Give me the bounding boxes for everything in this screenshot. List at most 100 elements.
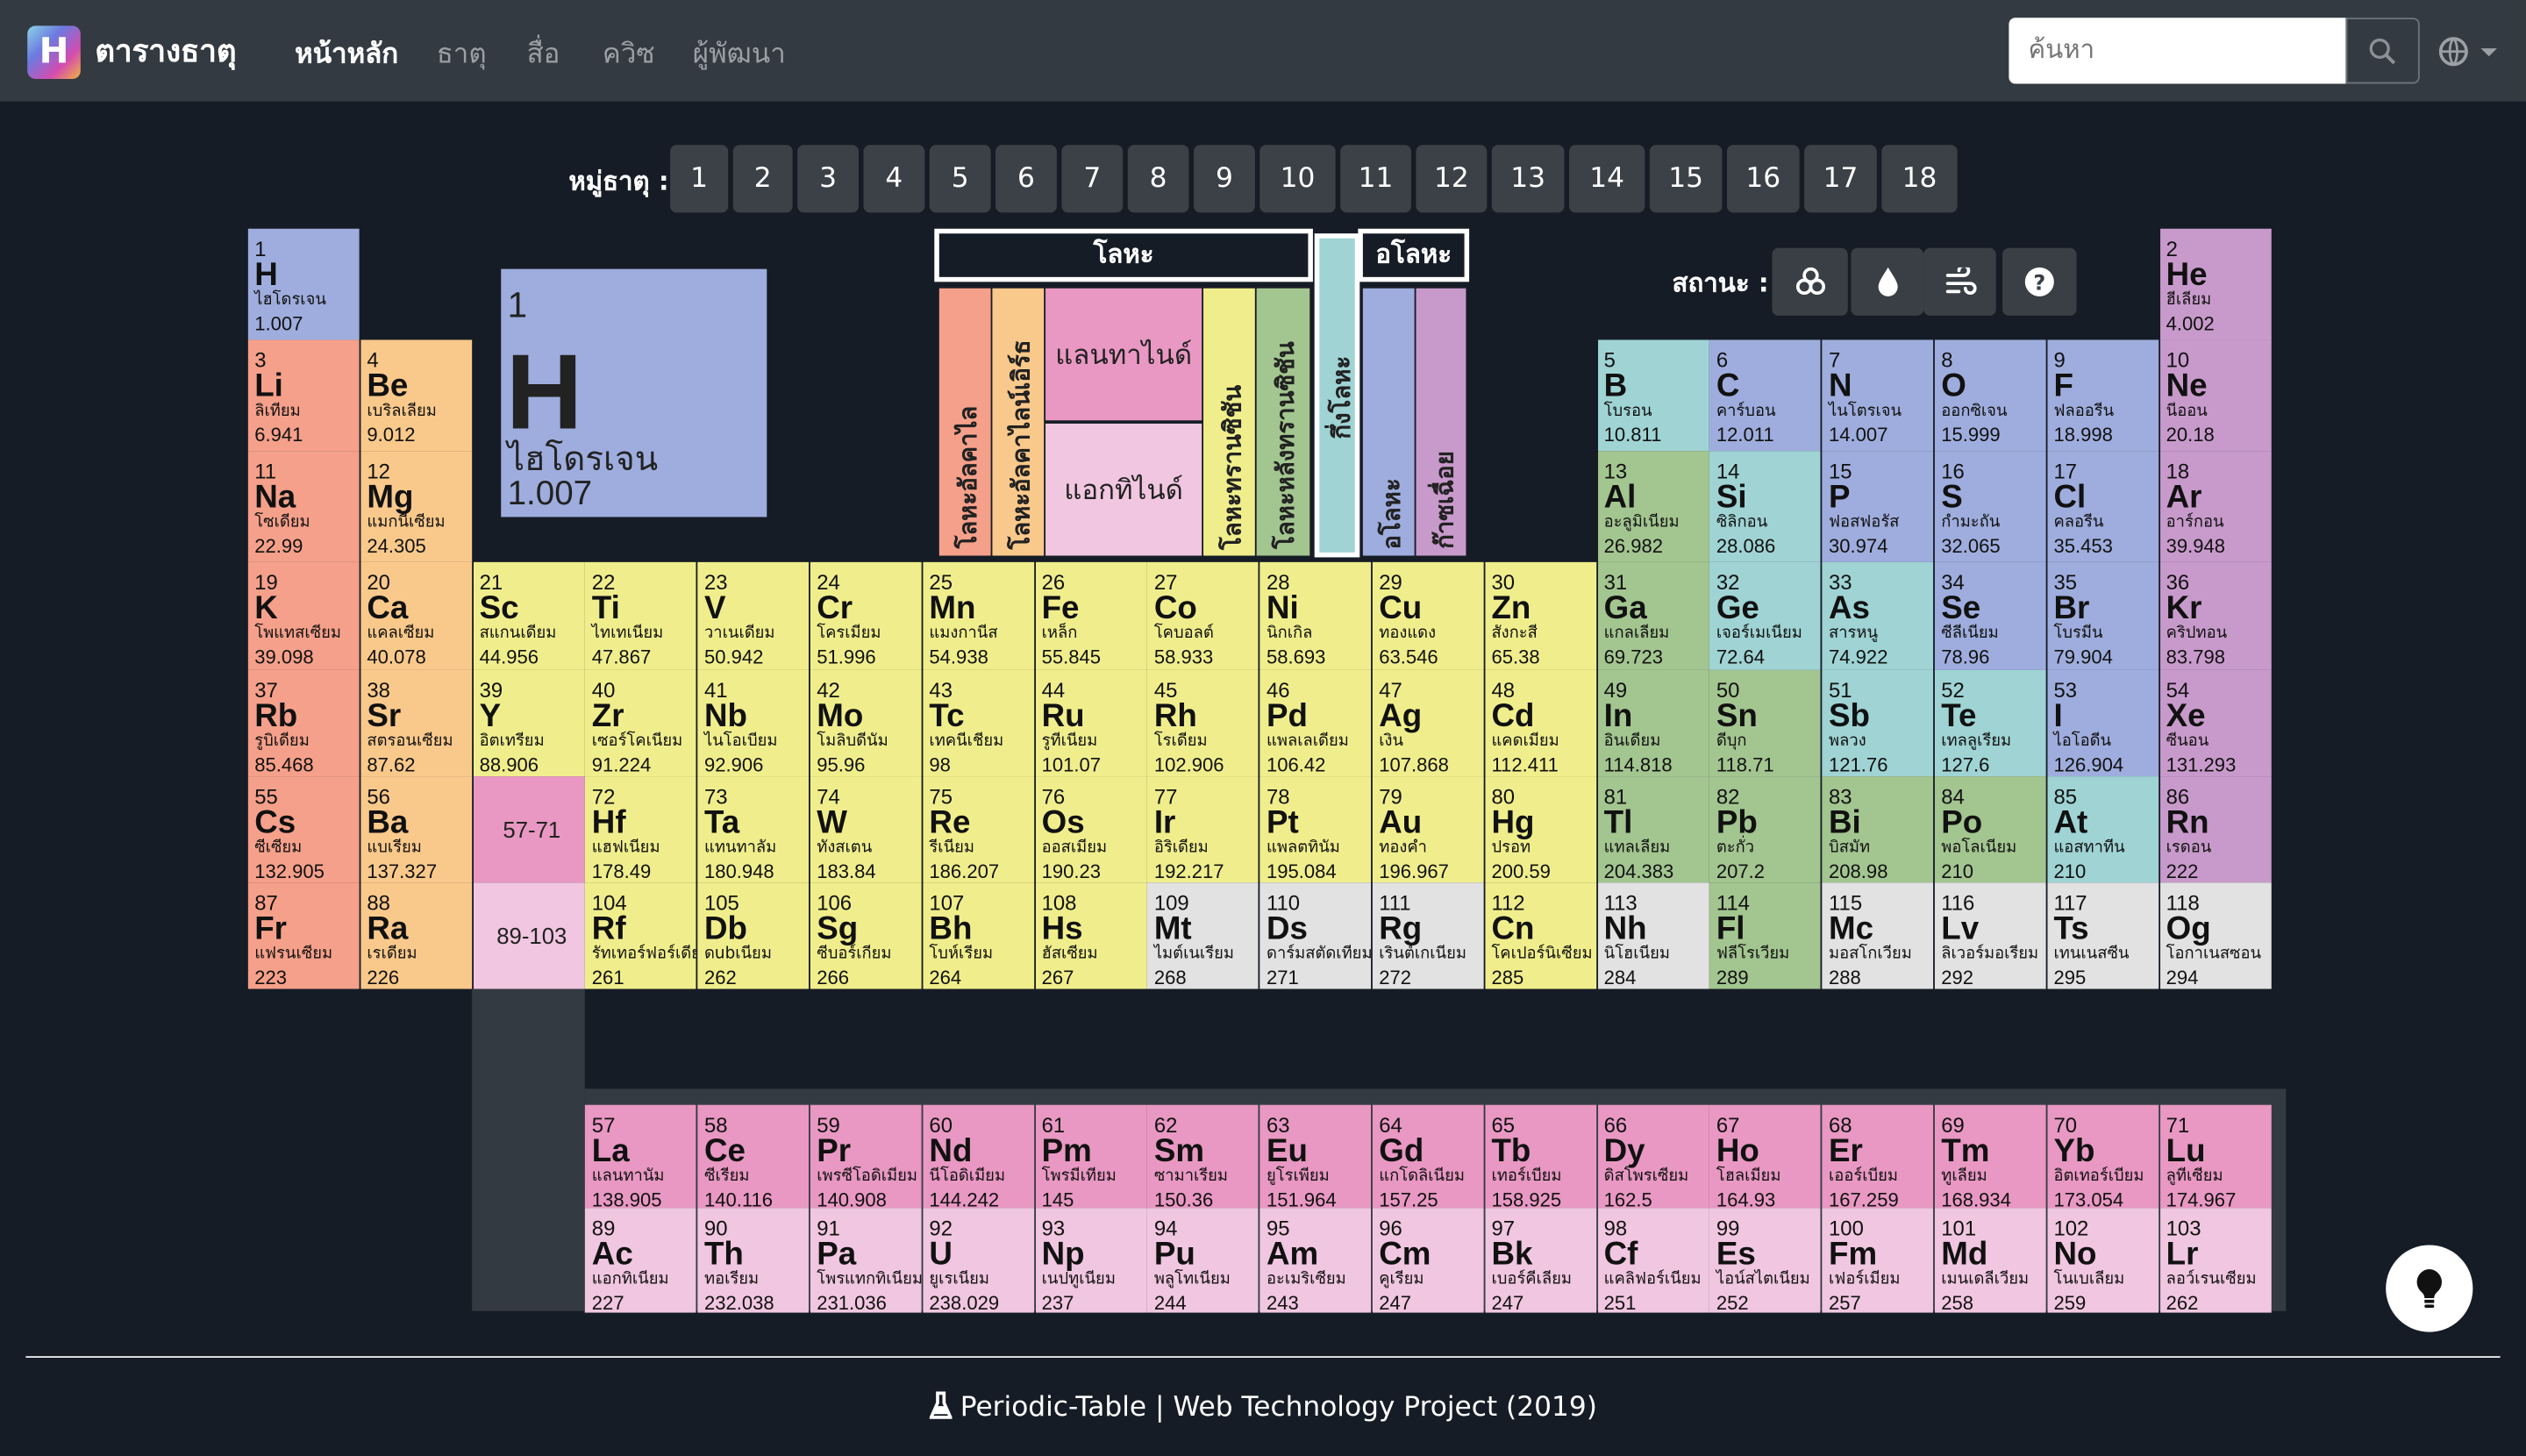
element-db[interactable]: 105 Db ดubเนียม 262 (697, 882, 810, 989)
language-dropdown[interactable] (2438, 35, 2501, 68)
state-solid-button[interactable] (1772, 247, 1848, 316)
element-bk[interactable]: 97 Bk เบอร์คีเลียม 247 (1485, 1208, 1596, 1313)
element-mc[interactable]: 115 Mc มอสโกเวียม 288 (1822, 882, 1934, 989)
element-os[interactable]: 76 Os ออสเมียม 190.23 (1035, 776, 1147, 883)
element-ds[interactable]: 110 Ds ดาร์มสตัดเทียม 271 (1259, 882, 1372, 989)
element-tm[interactable]: 69 Tm ทูเลียม 168.934 (1934, 1104, 2046, 1209)
element-zr[interactable]: 40 Zr เซอร์โคเนียม 91.224 (585, 669, 697, 777)
element-sc[interactable]: 21 Sc สแกนเดียม 44.956 (473, 561, 584, 670)
element-cu[interactable]: 29 Cu ทองแดง 63.546 (1372, 561, 1484, 670)
element-tl[interactable]: 81 Tl แทลเลียม 204.383 (1597, 776, 1709, 883)
nav-link-developers[interactable]: ผู้พัฒนา (693, 32, 786, 76)
element-ba[interactable]: 56 Ba แบเรียม 137.327 (360, 776, 472, 883)
element-rf[interactable]: 104Rfรัทเทอร์ฟอร์เดียม 261 (585, 882, 697, 989)
group-button-15[interactable]: 15 (1649, 145, 1723, 213)
element-te[interactable]: 52 Te เทลลูเรียม 127.6 (1934, 669, 2046, 777)
element-sg[interactable]: 106 Sg ซีบอร์เกียม 266 (810, 882, 922, 989)
element-fr[interactable]: 87 Fr แฟรนเซียม 223 (247, 882, 360, 989)
element-lv[interactable]: 116 Lv ลิเวอร์มอเรียม 292 (1934, 882, 2046, 989)
element-cl[interactable]: 17 Cl คลอรีน 35.453 (2047, 451, 2159, 562)
lanthanide-range[interactable]: 57-71 (473, 776, 584, 883)
element-ar[interactable]: 18 Ar อาร์กอน 39.948 (2159, 451, 2272, 562)
state-unknown-button[interactable]: ? (2002, 247, 2077, 316)
element-mg[interactable]: 12 Mg แมกนีเซียม 24.305 (360, 451, 472, 562)
element-eu[interactable]: 63 Eu ยูโรเพียม 151.964 (1259, 1104, 1372, 1209)
element-si[interactable]: 14 Si ซิลิกอน 28.086 (1709, 451, 1822, 562)
element-ca[interactable]: 20 Ca แคลเซียม 40.078 (360, 561, 472, 670)
brand-title[interactable]: ตารางธาตุ (95, 27, 236, 75)
element-mn[interactable]: 25 Mn แมงกานีส 54.938 (923, 561, 1034, 670)
group-button-2[interactable]: 2 (732, 145, 793, 213)
group-button-6[interactable]: 6 (995, 145, 1057, 213)
element-s[interactable]: 16 S กำมะถัน 32.065 (1934, 451, 2046, 562)
element-ge[interactable]: 32 Ge เจอร์เมเนียม 72.64 (1709, 561, 1822, 670)
element-ne[interactable]: 10 Ne นีออน 20.18 (2159, 339, 2272, 452)
element-es[interactable]: 99 Es ไอน์สไตเนียม 252 (1709, 1208, 1822, 1313)
element-na[interactable]: 11 Na โซเดียม 22.99 (247, 451, 360, 562)
element-f[interactable]: 9 F ฟลออรีน 18.998 (2047, 339, 2159, 452)
element-w[interactable]: 74 W ทังสเตน 183.84 (810, 776, 922, 883)
legend-transition[interactable]: โลหะทรานซิชัน (1203, 288, 1255, 556)
element-i[interactable]: 53 I ไอโอดีน 126.904 (2047, 669, 2159, 777)
search-button[interactable] (2345, 18, 2420, 84)
legend-metalloid[interactable]: กึ่งโลหะ (1314, 233, 1360, 558)
element-o[interactable]: 8 O ออกซิเจน 15.999 (1934, 339, 2046, 452)
element-nb[interactable]: 41 Nb ไนโอเบียม 92.906 (697, 669, 810, 777)
element-cf[interactable]: 98 Cf แคลิฟอร์เนียม 251 (1597, 1208, 1709, 1313)
element-kr[interactable]: 36 Kr คริปทอน 83.798 (2159, 561, 2272, 670)
element-cs[interactable]: 55 Cs ซีเซียม 132.905 (247, 776, 360, 883)
element-ac[interactable]: 89 Ac แอกทิเนียม 227 (585, 1208, 697, 1313)
nav-link-elements[interactable]: ธาตุ (437, 32, 487, 76)
element-ta[interactable]: 73 Ta แทนทาลัม 180.948 (697, 776, 810, 883)
group-button-16[interactable]: 16 (1726, 145, 1800, 213)
group-button-5[interactable]: 5 (929, 145, 991, 213)
group-button-7[interactable]: 7 (1061, 145, 1124, 213)
element-bh[interactable]: 107 Bh โบห์เรียม 264 (923, 882, 1034, 989)
element-b[interactable]: 5 B โบรอน 10.811 (1597, 339, 1709, 452)
element-h[interactable]: 1 H ไฮโดรเจน 1.007 (247, 228, 360, 340)
element-pm[interactable]: 61 Pm โพรมีเทียม 145 (1035, 1104, 1147, 1209)
element-hs[interactable]: 108 Hs ฮัสเซียม 267 (1035, 882, 1147, 989)
element-mo[interactable]: 42 Mo โมลิบดีนัม 95.96 (810, 669, 922, 777)
element-md[interactable]: 101 Md เมนเดลีเวียม 258 (1934, 1208, 2046, 1313)
group-button-3[interactable]: 3 (797, 145, 859, 213)
element-sn[interactable]: 50 Sn ดีบุก 118.71 (1709, 669, 1822, 777)
element-pa[interactable]: 91 Pa โพรแทกทิเนียม 231.036 (810, 1208, 922, 1313)
element-pt[interactable]: 78 Pt แพลตทินัม 195.084 (1259, 776, 1372, 883)
element-fl[interactable]: 114 Fl ฟลีโรเวียม 289 (1709, 882, 1822, 989)
element-c[interactable]: 6 C คาร์บอน 12.011 (1709, 339, 1822, 452)
element-nd[interactable]: 60 Nd นีโอดิเมียม 144.242 (923, 1104, 1034, 1209)
element-dy[interactable]: 66 Dy ดิสโพรเซียม 162.5 (1597, 1104, 1709, 1209)
element-ru[interactable]: 44 Ru รูทีเนียม 101.07 (1035, 669, 1147, 777)
group-button-11[interactable]: 11 (1340, 145, 1411, 213)
element-n[interactable]: 7 N ไนโตรเจน 14.007 (1822, 339, 1934, 452)
element-rh[interactable]: 45 Rh โรเดียม 102.906 (1147, 669, 1259, 777)
group-button-18[interactable]: 18 (1881, 145, 1958, 213)
element-th[interactable]: 90 Th ทอเรียม 232.038 (697, 1208, 810, 1313)
group-button-4[interactable]: 4 (863, 145, 925, 213)
group-button-10[interactable]: 10 (1259, 145, 1336, 213)
element-pu[interactable]: 94 Pu พลูโทเนียม 244 (1147, 1208, 1259, 1313)
brand-logo[interactable]: H (27, 25, 81, 79)
search-input[interactable] (2009, 18, 2348, 84)
element-sr[interactable]: 38 Sr สตรอนเซียม 87.62 (360, 669, 472, 777)
element-cm[interactable]: 96 Cm คูเรียม 247 (1372, 1208, 1484, 1313)
legend-metal-header[interactable]: โลหะ (934, 228, 1313, 282)
element-cn[interactable]: 112 Cn โคเปอร์นิเซียม 285 (1485, 882, 1596, 989)
element-po[interactable]: 84 Po พอโลเนียม 210 (1934, 776, 2046, 883)
element-br[interactable]: 35 Br โบรมีน 79.904 (2047, 561, 2159, 670)
group-button-12[interactable]: 12 (1416, 145, 1488, 213)
actinide-range[interactable]: 89-103 (473, 882, 584, 989)
nav-link-quiz[interactable]: ควิซ (603, 32, 655, 76)
element-fm[interactable]: 100 Fm เฟอร์เมียม 257 (1822, 1208, 1934, 1313)
element-np[interactable]: 93 Np เนปทูเนียม 237 (1035, 1208, 1147, 1313)
element-xe[interactable]: 54 Xe ซีนอน 131.293 (2159, 669, 2272, 777)
element-at[interactable]: 85 At แอสทาทีน 210 (2047, 776, 2159, 883)
element-ts[interactable]: 117 Ts เทนเนสซีน 295 (2047, 882, 2159, 989)
element-yb[interactable]: 70 Yb อิตเทอร์เบียม 173.054 (2047, 1104, 2159, 1209)
element-be[interactable]: 4 Be เบริลเลียม 9.012 (360, 339, 472, 452)
element-rg[interactable]: 111 Rg เรินต์เกเนียม 272 (1372, 882, 1484, 989)
element-lr[interactable]: 103 Lr ลอว์เรนเซียม 262 (2159, 1208, 2272, 1313)
element-ga[interactable]: 31 Ga แกลเลียม 69.723 (1597, 561, 1709, 670)
group-button-9[interactable]: 9 (1194, 145, 1255, 213)
